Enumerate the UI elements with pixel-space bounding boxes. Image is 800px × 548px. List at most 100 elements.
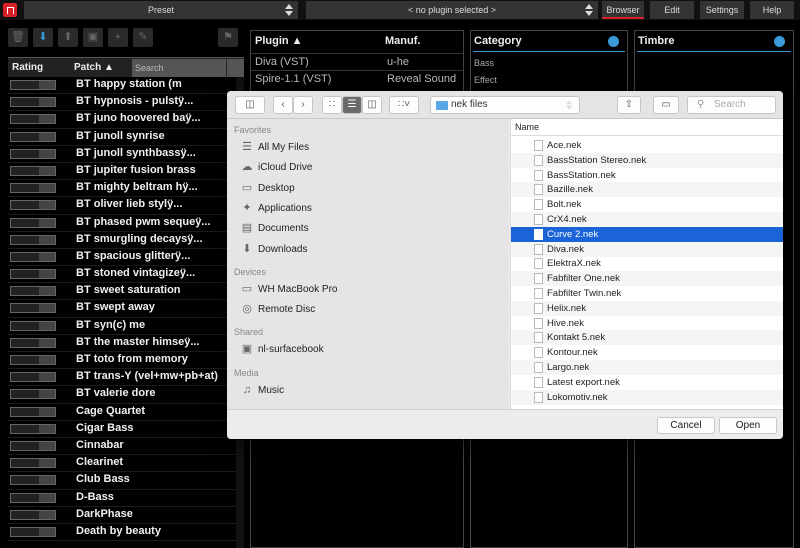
patch-row[interactable]: BT junoll synthbassÿ... <box>8 145 236 163</box>
sidebar-toggle-button[interactable]: ◫ <box>235 96 265 114</box>
dialog-search-input[interactable]: ⚲ Search <box>687 96 776 114</box>
back-button[interactable]: ‹ <box>273 96 293 114</box>
rating-bar[interactable] <box>10 80 56 90</box>
patch-row[interactable]: BT spacious glitterÿ... <box>8 248 236 267</box>
patch-row[interactable]: BT sweet saturation <box>8 283 236 301</box>
patch-row[interactable]: BT jupiter fusion brass <box>8 162 236 181</box>
rating-bar[interactable] <box>10 251 56 262</box>
tag-icon[interactable]: ▭ <box>653 96 679 114</box>
search-icon[interactable] <box>227 59 244 77</box>
icon-view-icon[interactable]: ∷ <box>322 96 342 114</box>
patch-row[interactable]: BT the master himseÿ... <box>8 334 236 352</box>
file-row[interactable]: BassStation.nek <box>511 168 783 183</box>
rating-bar[interactable] <box>10 320 56 331</box>
arrange-menu-icon[interactable]: ∷˅ <box>389 96 419 114</box>
rating-bar[interactable] <box>10 337 56 348</box>
rating-bar[interactable] <box>10 131 56 142</box>
manuf-column-header[interactable]: Manuf. <box>385 35 420 47</box>
sidebar-item[interactable]: ▣ nl-surfacebook <box>241 341 324 357</box>
upload-icon[interactable]: ⬆ <box>58 28 78 47</box>
rating-bar[interactable] <box>10 458 56 469</box>
rating-bar[interactable] <box>10 355 56 365</box>
open-button[interactable]: Open <box>719 417 777 434</box>
file-row[interactable]: Helix.nek <box>511 300 783 316</box>
file-row[interactable]: Fabfilter Twin.nek <box>511 286 783 301</box>
edit-button[interactable]: Edit <box>650 1 694 19</box>
forward-button[interactable]: › <box>293 96 313 114</box>
file-row[interactable]: Lokomotiv.nek <box>511 389 783 405</box>
sidebar-item[interactable]: ▭ WH MacBook Pro <box>241 281 338 297</box>
browser-button[interactable]: Browser <box>602 1 644 19</box>
patch-row[interactable]: Club Bass <box>8 472 236 490</box>
sidebar-item[interactable]: ⬇ Downloads <box>241 241 307 257</box>
patch-column-header[interactable]: Patch ▲ <box>74 62 114 73</box>
sidebar-item[interactable]: ✦ Applications <box>241 200 312 216</box>
app-logo-icon[interactable] <box>3 3 17 17</box>
delete-icon[interactable]: 🗑 <box>8 28 28 47</box>
file-row[interactable]: Kontakt 5.nek <box>511 330 783 346</box>
edit-icon[interactable]: ✎ <box>133 28 153 47</box>
rating-bar[interactable] <box>10 440 56 451</box>
rating-bar[interactable] <box>10 97 56 108</box>
file-row[interactable]: ElektraX.nek <box>511 256 783 271</box>
file-row[interactable]: BassStation Stereo.nek <box>511 152 783 168</box>
rating-bar[interactable] <box>10 389 56 400</box>
preset-selector[interactable]: Preset <box>24 1 298 19</box>
rating-bar[interactable] <box>10 303 56 314</box>
category-item-effect[interactable]: Effect <box>474 75 497 85</box>
help-button[interactable]: Help <box>750 1 794 19</box>
sidebar-item[interactable]: ♫ Music <box>241 382 284 398</box>
patch-search-input[interactable]: Search <box>132 59 226 77</box>
plugin-row[interactable]: Spire-1.1 (VST) Reveal Sound <box>251 70 463 87</box>
timbre-toggle-icon[interactable] <box>774 36 785 47</box>
file-row[interactable]: Diva.nek <box>511 241 783 257</box>
sidebar-item[interactable]: ◎ Remote Disc <box>241 301 315 317</box>
patch-row[interactable]: Cinnabar <box>8 437 236 456</box>
rating-bar[interactable] <box>10 234 56 245</box>
rating-bar[interactable] <box>10 526 56 537</box>
category-toggle-icon[interactable] <box>608 36 619 47</box>
rating-bar[interactable] <box>10 148 56 159</box>
share-icon[interactable]: ⇧ <box>617 96 641 114</box>
cancel-button[interactable]: Cancel <box>657 417 715 434</box>
rating-bar[interactable] <box>10 269 56 280</box>
patch-row[interactable]: BT junoll synrise <box>8 128 236 146</box>
patch-row[interactable]: BT stoned vintagizeÿ... <box>8 266 236 284</box>
column-view-icon[interactable]: ◫ <box>362 96 382 114</box>
sidebar-item[interactable]: ▤ Documents <box>241 220 309 236</box>
rating-bar[interactable] <box>10 114 56 125</box>
rating-bar[interactable] <box>10 183 56 194</box>
rating-bar[interactable] <box>10 475 56 486</box>
file-row[interactable]: CrX4.nek <box>511 212 783 227</box>
patch-row[interactable]: BT happy station (m <box>8 77 236 95</box>
rating-bar[interactable] <box>10 200 56 211</box>
file-row[interactable]: Latest export.nek <box>511 375 783 390</box>
add-icon[interactable]: + <box>108 28 128 47</box>
save-icon[interactable]: ▣ <box>83 28 103 47</box>
sidebar-item[interactable]: ☁ iCloud Drive <box>241 159 313 175</box>
file-row[interactable]: Ace.nek <box>511 138 783 153</box>
file-row[interactable]: Kontour.nek <box>511 345 783 360</box>
category-item-bass[interactable]: Bass <box>474 58 494 68</box>
rating-bar[interactable] <box>10 372 56 383</box>
patch-row[interactable]: Cage Quartet <box>8 403 236 421</box>
file-list[interactable]: Name Ace.nek BassStation Stereo.nek BassSt… <box>510 119 783 409</box>
patch-row[interactable]: BT toto from memory <box>8 352 236 370</box>
patch-row[interactable]: BT hypnosis - pulstÿ... <box>8 94 236 112</box>
updown-arrows-icon[interactable] <box>285 3 294 17</box>
patch-row[interactable]: Death by beauty <box>8 523 236 542</box>
rating-bar[interactable] <box>10 406 56 417</box>
patch-row[interactable]: DarkPhase <box>8 506 236 524</box>
tag-icon[interactable]: ⚑ <box>218 28 238 47</box>
list-view-icon[interactable]: ☰ <box>342 96 362 114</box>
rating-bar[interactable] <box>10 423 56 434</box>
patch-row[interactable]: BT trans-Y (vel+mw+pb+at) <box>8 369 236 387</box>
rating-bar[interactable] <box>10 286 56 297</box>
settings-button[interactable]: Settings <box>700 1 744 19</box>
patch-row[interactable]: BT smurgling decaysÿ... <box>8 231 236 249</box>
rating-column-header[interactable]: Rating <box>12 62 43 73</box>
patch-list[interactable]: BT happy station (m BT hypnosis - pulstÿ.… <box>8 77 236 548</box>
download-icon[interactable]: ⬇ <box>33 28 53 47</box>
patch-row[interactable]: BT phased pwm sequeÿ... <box>8 214 236 232</box>
patch-row[interactable]: Cigar Bass <box>8 420 236 438</box>
